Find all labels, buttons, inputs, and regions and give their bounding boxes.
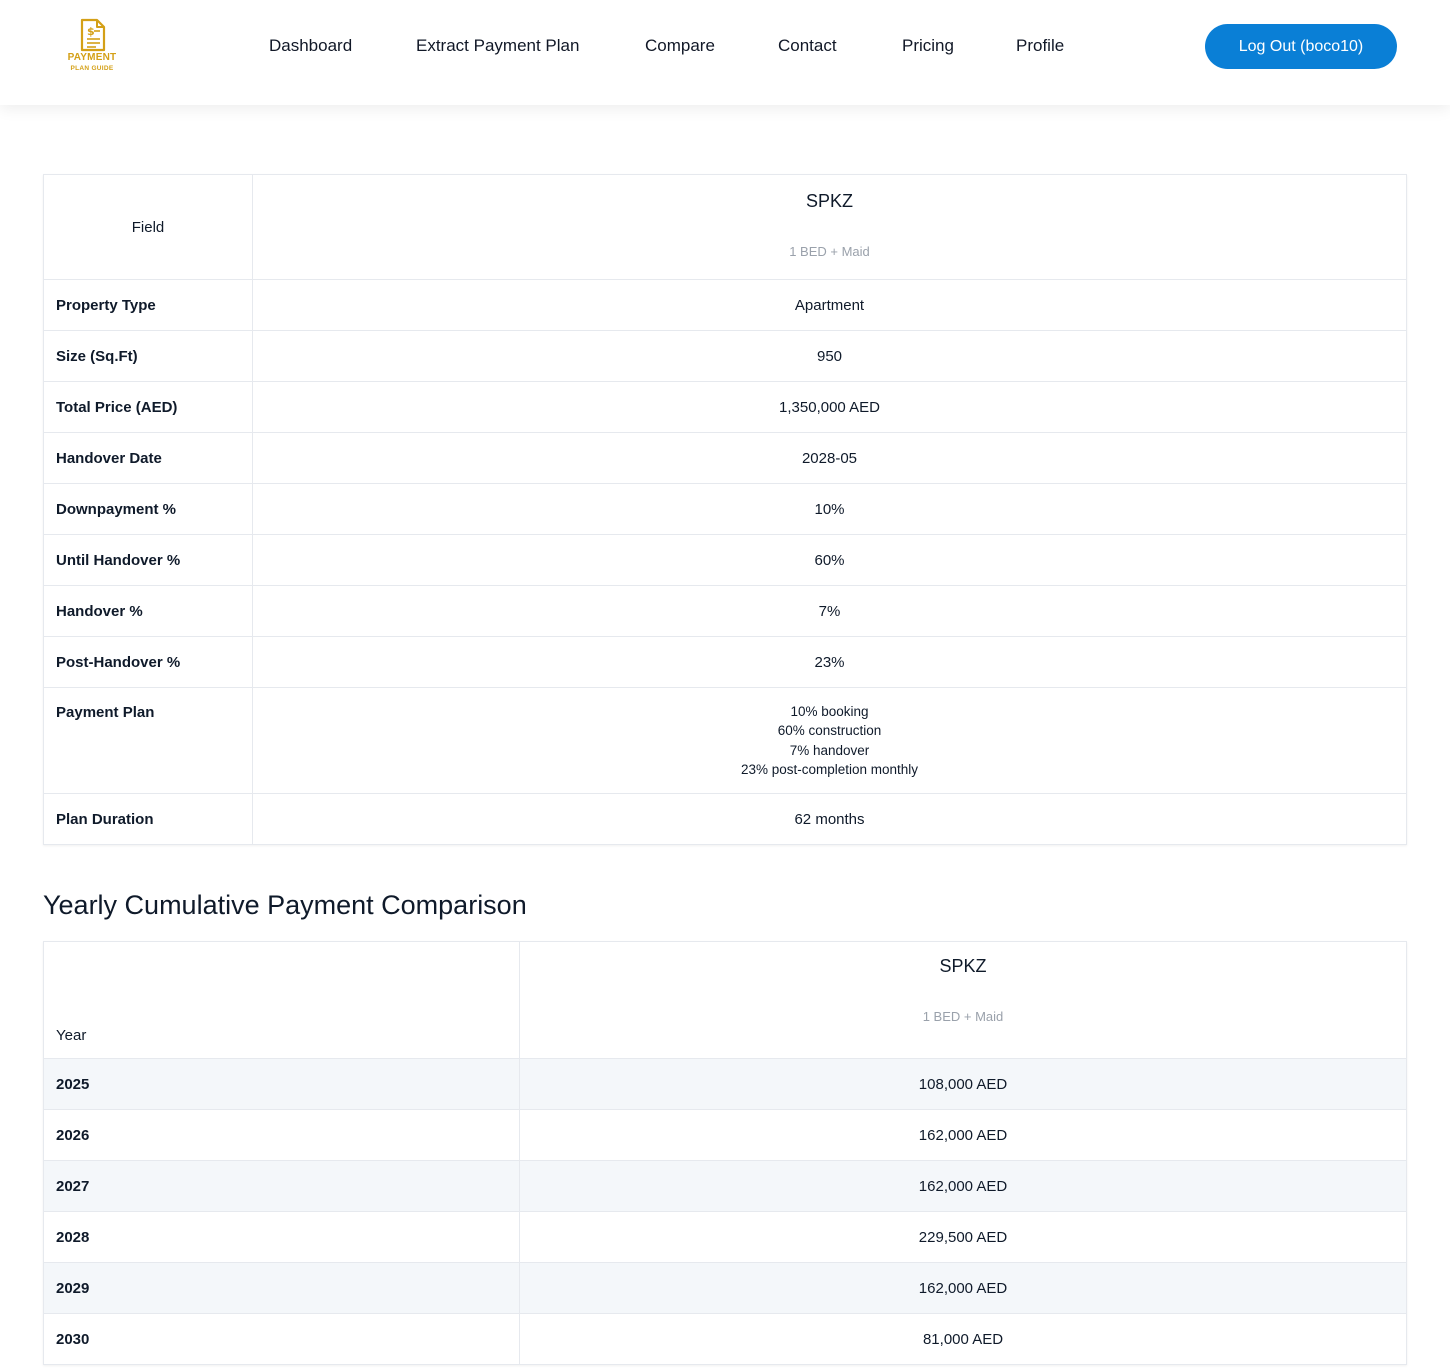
amount-cell: 162,000 AED (519, 1109, 1407, 1161)
field-column-header: Field (43, 174, 253, 280)
table-row: 2026 162,000 AED (43, 1109, 1407, 1161)
top-navbar: $ PAYMENT PLAN GUIDE Dashboard Extract P… (0, 0, 1450, 105)
payment-plan-label: Payment Plan (43, 687, 253, 794)
nav-dashboard[interactable]: Dashboard (269, 36, 352, 56)
nav-compare[interactable]: Compare (645, 36, 715, 56)
row-value: 60% (252, 534, 1407, 586)
table-row: 2027 162,000 AED (43, 1160, 1407, 1212)
row-label: Handover % (43, 585, 253, 637)
year-cell: 2027 (43, 1160, 520, 1212)
table-row: Handover % 7% (43, 585, 1407, 637)
amount-cell: 108,000 AED (519, 1058, 1407, 1110)
row-label: Property Type (43, 279, 253, 331)
year-cell: 2025 (43, 1058, 520, 1110)
amount-cell: 81,000 AED (519, 1313, 1407, 1365)
table-row: 2025 108,000 AED (43, 1058, 1407, 1110)
nav-pricing[interactable]: Pricing (902, 36, 954, 56)
table-row: 2029 162,000 AED (43, 1262, 1407, 1314)
property-unit: 1 BED + Maid (789, 244, 870, 259)
table-row: Property Type Apartment (43, 279, 1407, 331)
row-label: Downpayment % (43, 483, 253, 535)
payment-plan-row: Payment Plan 10% booking 60% constructio… (43, 687, 1407, 794)
table-row: Total Price (AED) 1,350,000 AED (43, 381, 1407, 433)
year-cell: 2030 (43, 1313, 520, 1365)
property-column-header: SPKZ 1 BED + Maid (252, 174, 1407, 280)
logout-button[interactable]: Log Out (boco10) (1205, 24, 1397, 69)
row-label: Handover Date (43, 432, 253, 484)
plan-duration-value: 62 months (252, 793, 1407, 845)
nav-extract-payment-plan[interactable]: Extract Payment Plan (416, 36, 579, 56)
row-value: 2028-05 (252, 432, 1407, 484)
year-cell: 2026 (43, 1109, 520, 1161)
payment-plan-line: 23% post-completion monthly (740, 762, 919, 777)
plan-duration-label: Plan Duration (43, 793, 253, 845)
table-row: Downpayment % 10% (43, 483, 1407, 535)
row-label: Total Price (AED) (43, 381, 253, 433)
year-cell: 2029 (43, 1262, 520, 1314)
row-value: Apartment (252, 279, 1407, 331)
table-row: Size (Sq.Ft) 950 (43, 330, 1407, 382)
property-unit: 1 BED + Maid (922, 1009, 1004, 1024)
comparison-table: Field SPKZ 1 BED + Maid Property Type Ap… (43, 174, 1407, 845)
row-value: 10% (252, 483, 1407, 535)
payment-plan-line: 10% booking (790, 703, 869, 719)
table-row: 2028 229,500 AED (43, 1211, 1407, 1263)
amount-cell: 162,000 AED (519, 1262, 1407, 1314)
payment-plan-line: 7% handover (789, 742, 870, 758)
row-value: 950 (252, 330, 1407, 382)
payment-plan-line: 60% construction (777, 723, 882, 738)
yearly-section-title: Yearly Cumulative Payment Comparison (43, 890, 527, 920)
table-row: Until Handover % 60% (43, 534, 1407, 586)
table-row: Handover Date 2028-05 (43, 432, 1407, 484)
logo-text-line2: PLAN GUIDE (70, 65, 114, 72)
table-row: Plan Duration 62 months (43, 793, 1407, 845)
nav-contact[interactable]: Contact (778, 36, 837, 56)
property-column-header: SPKZ 1 BED + Maid (519, 941, 1407, 1059)
row-value: 7% (252, 585, 1407, 637)
row-value: 23% (252, 636, 1407, 688)
property-name: SPKZ (805, 191, 853, 211)
nav-profile[interactable]: Profile (1016, 36, 1064, 56)
table-row: 2030 81,000 AED (43, 1313, 1407, 1365)
table-row: Post-Handover % 23% (43, 636, 1407, 688)
row-label: Until Handover % (43, 534, 253, 586)
row-label: Size (Sq.Ft) (43, 330, 253, 382)
amount-cell: 229,500 AED (519, 1211, 1407, 1263)
property-name: SPKZ (939, 956, 987, 976)
year-cell: 2028 (43, 1211, 520, 1263)
yearly-payment-table: Year SPKZ 1 BED + Maid 2025 108,000 AED … (43, 941, 1407, 1365)
row-value: 1,350,000 AED (252, 381, 1407, 433)
row-label: Post-Handover % (43, 636, 253, 688)
year-column-header: Year (43, 941, 520, 1059)
amount-cell: 162,000 AED (519, 1160, 1407, 1212)
payment-plan-value: 10% booking 60% construction 7% handover… (252, 687, 1407, 794)
